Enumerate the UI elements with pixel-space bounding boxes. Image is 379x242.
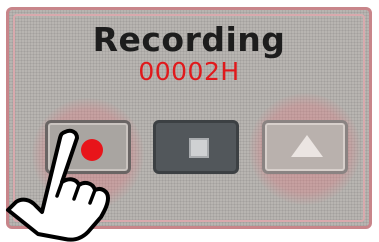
recording-counter: 00002H	[138, 57, 240, 86]
status-title: Recording	[92, 20, 286, 59]
device-screenshot: Recording 00002H	[0, 0, 379, 242]
eject-triangle-icon	[291, 135, 323, 157]
eject-button[interactable]	[262, 120, 348, 174]
pointing-hand-icon	[6, 128, 110, 242]
stop-square-icon	[189, 138, 209, 158]
stop-button[interactable]	[153, 120, 239, 174]
